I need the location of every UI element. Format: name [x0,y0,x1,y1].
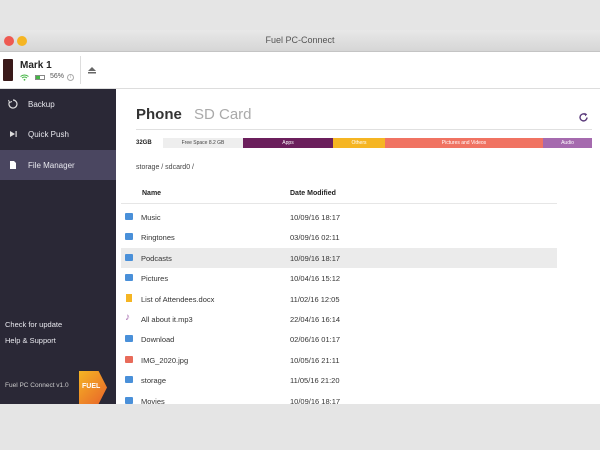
file-manager-icon [8,160,18,170]
header-divider [121,203,557,204]
storage-segment-apps: Apps [243,138,333,148]
tab-underline [136,129,592,130]
eject-icon[interactable] [88,67,96,74]
music-note-icon: ♪ [125,312,130,323]
table-row[interactable]: ♪ All about it.mp3 22/04/16 16:14 [121,309,557,329]
push-icon [8,129,18,139]
file-date: 10/09/16 18:17 [290,253,341,263]
info-icon[interactable]: i [67,74,74,81]
breadcrumb[interactable]: storage / sdcard0 / [136,164,194,171]
sidebar-item-label: Quick Push [28,129,69,139]
logo-text: FUEL [82,383,101,390]
file-name: Podcasts [141,253,172,263]
title-bar: Fuel PC-Connect [0,30,600,52]
divider [80,56,81,84]
file-name: Download [141,335,175,345]
document-icon [126,293,132,302]
folder-icon [125,274,133,282]
sidebar-item-file-manager[interactable]: File Manager [0,150,116,180]
table-row[interactable]: storage 11/05/16 21:20 [121,370,557,390]
desktop-background [0,404,600,450]
refresh-icon[interactable] [578,112,589,123]
file-date: 02/06/16 01:17 [290,335,341,345]
file-name: Pictures [141,274,169,284]
folder-icon [125,396,133,404]
table-row[interactable]: Download 02/06/16 01:17 [121,329,557,349]
file-date: 10/05/16 21:11 [290,355,340,365]
file-date: 10/09/16 18:17 [290,396,341,404]
file-date: 10/04/16 15:12 [290,274,341,284]
file-date: 11/05/16 21:20 [290,376,340,386]
file-name: List of Attendees.docx [141,294,215,304]
file-name: Music [141,213,161,222]
table-row[interactable]: Movies 10/09/16 18:17 [121,391,557,404]
table-row[interactable]: List of Attendees.docx 11/02/16 12:05 [121,289,557,309]
file-name: Movies [141,396,165,404]
file-name: All about it.mp3 [141,315,193,324]
wifi-icon [20,74,29,81]
sidebar: Backup Quick Push File Manager Check for… [0,89,116,404]
tab-phone[interactable]: Phone [136,106,182,123]
sidebar-item-backup[interactable]: Backup [0,89,116,119]
storage-segment-pictures-videos: Pictures and Videos [385,138,543,148]
storage-bar: Free Space 8.2 GB Apps Others Pictures a… [163,138,592,148]
file-date: 22/04/16 16:14 [290,315,341,324]
fuel-logo: FUEL [79,371,107,404]
sidebar-item-label: Backup [28,99,55,109]
backup-icon [8,99,18,109]
sidebar-item-quick-push[interactable]: Quick Push [0,119,116,149]
file-date: 10/09/16 18:17 [290,213,341,222]
battery-percent: 56% [50,73,65,80]
column-header-name[interactable]: Name [142,190,161,197]
folder-icon [125,253,133,261]
storage-segment-others: Others [333,138,385,148]
table-row[interactable]: Podcasts 10/09/16 18:17 [121,247,557,268]
folder-icon [125,213,133,220]
help-support-link[interactable]: Help & Support [5,336,56,345]
file-name: Ringtones [141,233,175,243]
file-date: 03/09/16 02:11 [290,233,340,243]
battery-level [36,76,41,79]
folder-icon [125,233,133,241]
check-update-link[interactable]: Check for update [5,320,62,329]
folder-icon [125,335,133,343]
window-title: Fuel PC-Connect [265,35,335,45]
file-name: IMG_2020.jpg [141,355,189,365]
table-row[interactable]: Ringtones 03/09/16 02:11 [121,227,557,247]
device-bar: Mark 1 56% i [0,52,600,89]
file-name: storage [141,376,167,386]
battery-icon [35,75,45,80]
device-thumbnail [3,59,13,81]
storage-segment-audio: Audio [543,138,592,148]
sidebar-item-label: File Manager [28,160,75,170]
table-row[interactable]: IMG_2020.jpg 10/05/16 21:11 [121,350,557,370]
storage-segment-free: Free Space 8.2 GB [163,138,243,148]
version-label: Fuel PC Connect v1.0 [5,382,69,389]
tab-sd-card[interactable]: SD Card [194,106,252,123]
column-header-date[interactable]: Date Modified [290,190,336,197]
image-icon [125,355,133,363]
file-date: 11/02/16 12:05 [290,294,340,304]
storage-total: 32GB [136,140,152,146]
folder-icon [125,376,133,384]
table-row[interactable]: Music 10/09/16 18:17 [121,207,557,227]
file-manager-panel: Phone SD Card 32GB Free Space 8.2 GB App… [116,89,600,404]
device-name: Mark 1 [20,60,52,71]
table-row[interactable]: Pictures 10/04/16 15:12 [121,268,557,288]
